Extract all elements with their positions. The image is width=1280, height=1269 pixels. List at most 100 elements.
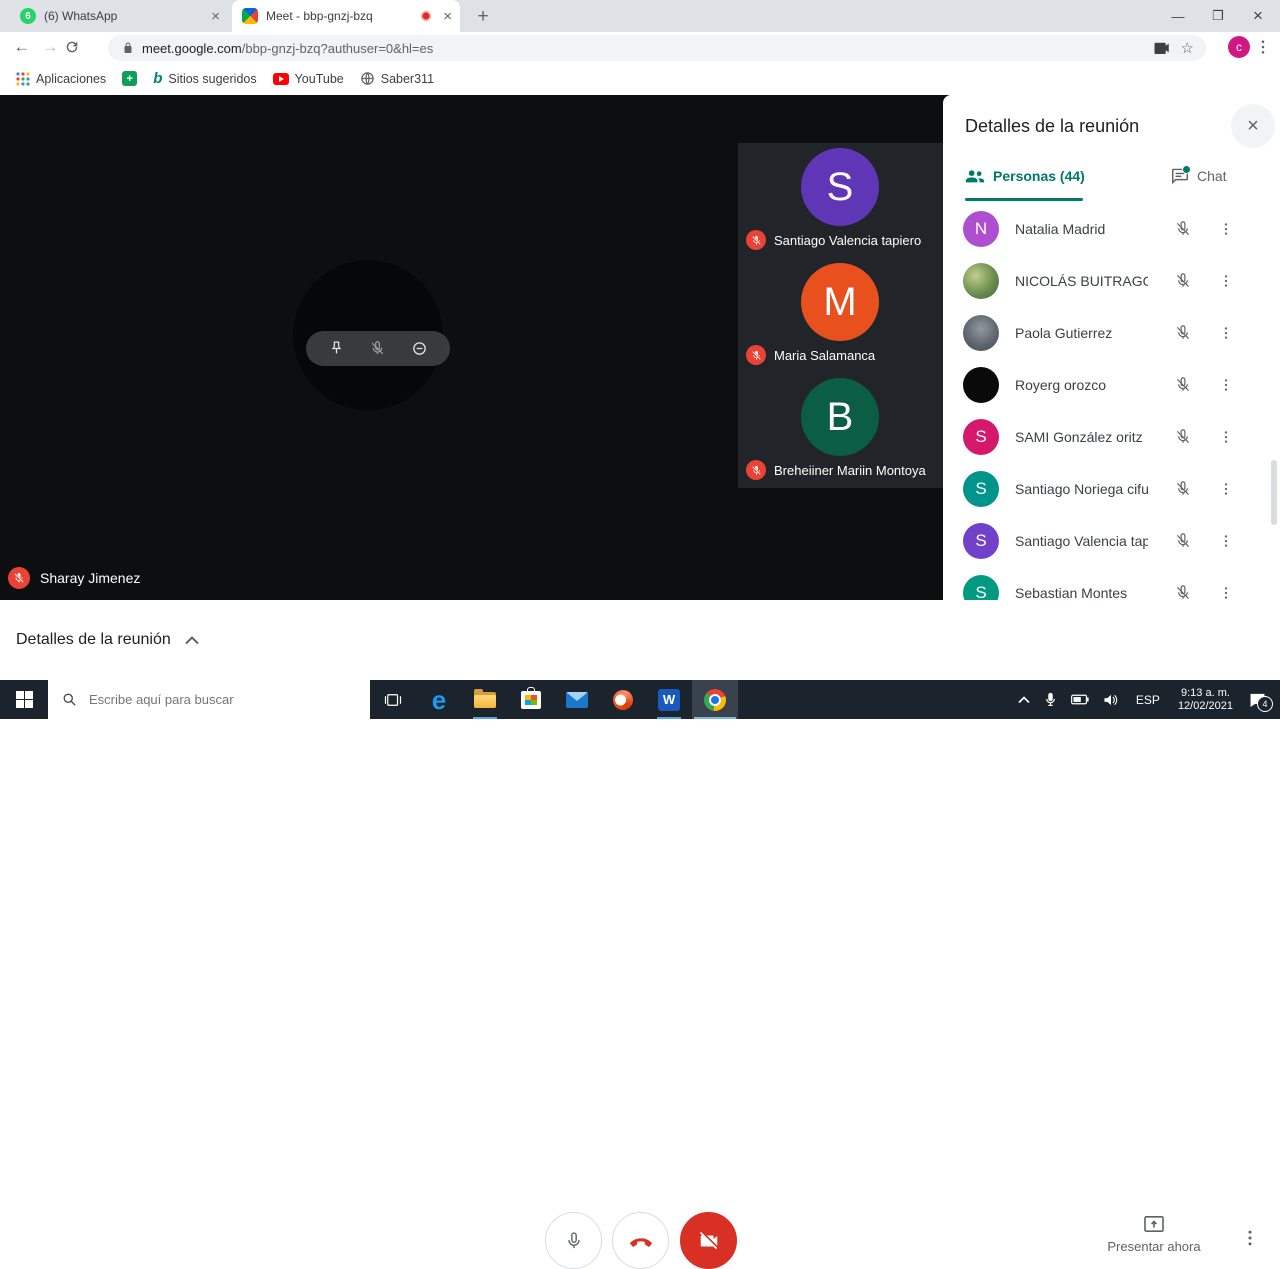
meeting-details-toggle[interactable]: Detalles de la reunión [16, 600, 199, 680]
browser-toolbar: ← → meet.google.com/bbp-gnzj-bzq?authuse… [0, 32, 1280, 62]
participant-row[interactable]: S Santiago Valencia tapiero [943, 515, 1280, 567]
people-icon [965, 169, 985, 184]
pin-icon[interactable] [328, 340, 345, 357]
mic-off-icon [1174, 272, 1192, 290]
taskbar-edge-icon[interactable]: e [416, 680, 462, 719]
participant-name: Sebastian Montes [1015, 585, 1128, 600]
chrome-profile-avatar[interactable]: c [1228, 36, 1250, 58]
bookmark-saber311[interactable]: Saber311 [360, 71, 434, 86]
restore-window-button[interactable]: ❐ [1196, 0, 1240, 32]
taskbar-word-icon[interactable]: W [646, 680, 692, 719]
search-input[interactable] [87, 691, 341, 708]
taskbar-chrome-icon[interactable] [692, 680, 738, 719]
participant-row[interactable]: S SAMI González oritz [943, 411, 1280, 463]
participant-menu-kebab-icon[interactable] [1218, 220, 1234, 238]
refresh-icon[interactable] [64, 39, 92, 55]
tab-whatsapp[interactable]: 6 (6) WhatsApp × [10, 0, 228, 32]
tab-title: Meet - bbp-gnzj-bzq [266, 9, 373, 23]
minimize-window-button[interactable]: — [1156, 0, 1200, 32]
mic-off-icon [1174, 376, 1192, 394]
participant-row[interactable]: Royerg orozco [943, 359, 1280, 411]
tray-volume-icon[interactable] [1103, 693, 1119, 707]
participant-name: Natalia Madrid [1015, 221, 1106, 237]
active-tab-underline [965, 198, 1083, 201]
self-participant-label: Sharay Jimenez [8, 567, 140, 589]
participant-menu-kebab-icon[interactable] [1218, 584, 1234, 600]
forward-icon[interactable]: → [36, 37, 64, 57]
mic-off-icon [1174, 428, 1192, 446]
task-view-button[interactable] [370, 680, 416, 719]
taskbar-office-icon[interactable] [600, 680, 646, 719]
participant-row[interactable]: S Santiago Noriega cifuen… [943, 463, 1280, 515]
new-tab-button[interactable]: + [470, 4, 496, 30]
present-now-button[interactable]: Presentar ahora [1105, 1215, 1203, 1254]
participant-row[interactable]: NICOLÁS BUITRAGO [943, 255, 1280, 307]
tray-battery-icon[interactable] [1071, 694, 1089, 705]
participant-row[interactable]: S Sebastian Montes [943, 567, 1280, 600]
participant-list[interactable]: N Natalia Madrid NICOLÁS BUITRAGO Paola … [943, 203, 1280, 600]
address-bar[interactable]: meet.google.com/bbp-gnzj-bzq?authuser=0&… [108, 35, 1206, 61]
mic-off-icon[interactable] [369, 340, 386, 357]
search-icon [62, 692, 77, 707]
participant-row[interactable]: Paola Gutierrez [943, 307, 1280, 359]
camera-off-button[interactable] [680, 1212, 737, 1269]
bookmark-star-icon[interactable]: ☆ [1181, 39, 1194, 57]
close-panel-button[interactable]: × [1231, 104, 1275, 148]
taskbar-store-icon[interactable] [508, 680, 554, 719]
tray-language-indicator[interactable]: ESP [1136, 693, 1160, 707]
participant-menu-kebab-icon[interactable] [1218, 480, 1234, 498]
mic-muted-badge-icon [746, 460, 766, 480]
tray-microphone-icon[interactable] [1044, 692, 1057, 708]
taskbar-search[interactable] [48, 680, 370, 719]
start-button[interactable] [0, 680, 48, 719]
mic-off-icon [1174, 220, 1192, 238]
action-center-icon[interactable]: 4 [1249, 692, 1273, 712]
meet-stage: Sharay Jimenez S Santiago Valencia tapie… [0, 95, 943, 600]
tile-avatar: M [801, 263, 879, 341]
close-window-button[interactable]: × [1236, 0, 1280, 32]
more-options-kebab-icon[interactable] [1240, 1228, 1260, 1248]
mic-off-icon [1174, 584, 1192, 600]
close-tab-icon[interactable]: × [211, 8, 220, 25]
tab-meet[interactable]: Meet - bbp-gnzj-bzq × [232, 0, 460, 32]
tray-clock[interactable]: 9:13 a. m. 12/02/2021 [1178, 687, 1233, 713]
camera-in-use-icon[interactable] [1153, 41, 1171, 55]
youtube-icon [272, 72, 289, 85]
remove-participant-icon[interactable] [411, 340, 428, 357]
tab-chat[interactable]: Chat [1171, 165, 1227, 184]
participant-row[interactable]: N Natalia Madrid [943, 203, 1280, 255]
panel-title: Detalles de la reunión [965, 116, 1140, 136]
close-tab-icon[interactable]: × [443, 8, 452, 25]
participant-menu-kebab-icon[interactable] [1218, 428, 1234, 446]
hang-up-button[interactable] [612, 1212, 669, 1269]
browser-menu-kebab-icon[interactable] [1254, 38, 1272, 56]
meeting-details-label: Detalles de la reunión [16, 631, 171, 648]
taskbar-mail-icon[interactable] [554, 680, 600, 719]
tile-avatar: B [801, 378, 879, 456]
participant-name: Paola Gutierrez [1015, 325, 1113, 341]
tab-personas[interactable]: Personas (44) [965, 168, 1085, 184]
apps-grid-icon [16, 71, 30, 86]
video-tile[interactable]: M Maria Salamanca [738, 258, 943, 373]
panel-scrollbar[interactable] [1271, 460, 1277, 525]
bookmark-sitios-sugeridos[interactable]: b Sitios sugeridos [153, 70, 256, 87]
back-icon[interactable]: ← [8, 37, 36, 57]
microphone-button[interactable] [545, 1212, 602, 1269]
bookmark-label: Sitios sugeridos [168, 71, 257, 86]
url-text: meet.google.com/bbp-gnzj-bzq?authuser=0&… [142, 40, 434, 56]
participant-menu-kebab-icon[interactable] [1218, 324, 1234, 342]
meet-favicon [242, 8, 258, 24]
participant-avatar [963, 367, 999, 403]
participant-avatar: S [963, 523, 999, 559]
bookmark-youtube[interactable]: YouTube [272, 72, 344, 86]
taskbar-file-explorer-icon[interactable] [462, 680, 508, 719]
participant-menu-kebab-icon[interactable] [1218, 532, 1234, 550]
video-tile[interactable]: S Santiago Valencia tapiero [738, 143, 943, 258]
tile-participant-name: Breheiiner Mariin Montoya [774, 462, 926, 478]
participant-menu-kebab-icon[interactable] [1218, 272, 1234, 290]
bookmark-apps[interactable]: Aplicaciones [16, 72, 106, 86]
video-tile[interactable]: B Breheiiner Mariin Montoya [738, 373, 943, 488]
participant-menu-kebab-icon[interactable] [1218, 376, 1234, 394]
tray-chevron-up-icon[interactable] [1018, 695, 1030, 704]
bookmark-sheets[interactable]: + [122, 71, 138, 86]
